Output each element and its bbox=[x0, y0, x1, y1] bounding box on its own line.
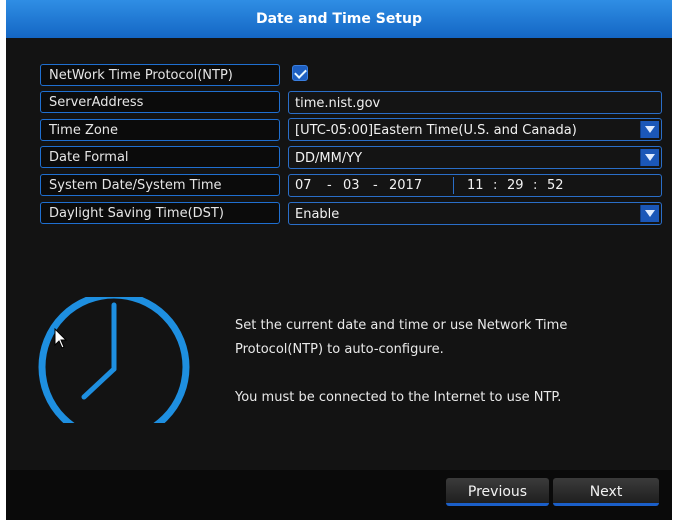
server-address-label: ServerAddress bbox=[40, 91, 280, 113]
info-line: You must be connected to the Internet to… bbox=[235, 390, 562, 405]
date-separator: - bbox=[327, 178, 332, 193]
ntp-label: NetWork Time Protocol(NTP) bbox=[40, 64, 280, 86]
second-field[interactable]: 52 bbox=[547, 175, 564, 196]
next-button[interactable]: Next bbox=[553, 478, 659, 506]
month-field[interactable]: 03 bbox=[343, 175, 360, 196]
hour-field[interactable]: 11 bbox=[467, 175, 484, 196]
day-field[interactable]: 07 bbox=[295, 175, 312, 196]
dst-label: Daylight Saving Time(DST) bbox=[40, 202, 280, 224]
minute-field[interactable]: 29 bbox=[507, 175, 524, 196]
server-address-value: time.nist.gov bbox=[295, 96, 381, 111]
previous-button[interactable]: Previous bbox=[446, 478, 549, 506]
server-address-input[interactable]: time.nist.gov bbox=[288, 91, 662, 114]
time-separator: : bbox=[533, 178, 538, 193]
system-date-time-label: System Date/System Time bbox=[40, 174, 280, 196]
window-title: Date and Time Setup bbox=[6, 0, 672, 38]
dst-select[interactable]: Enable bbox=[288, 202, 662, 225]
time-zone-label: Time Zone bbox=[40, 119, 280, 141]
chevron-down-icon[interactable] bbox=[640, 205, 659, 222]
info-line: Set the current date and time or use Net… bbox=[235, 318, 568, 333]
field-divider bbox=[453, 177, 454, 194]
time-separator: : bbox=[493, 178, 498, 193]
date-format-select[interactable]: DD/MM/YY bbox=[288, 146, 662, 169]
chevron-down-icon[interactable] bbox=[640, 121, 659, 138]
mouse-pointer-icon bbox=[54, 328, 68, 349]
date-format-label: Date Formal bbox=[40, 146, 280, 168]
info-line: Protocol(NTP) to auto-configure. bbox=[235, 342, 444, 357]
clock-icon bbox=[38, 297, 190, 423]
date-format-value: DD/MM/YY bbox=[295, 151, 363, 166]
ntp-checkbox[interactable] bbox=[292, 65, 308, 81]
footer-bar: Previous Next bbox=[6, 470, 672, 520]
time-zone-value: [UTC-05:00]Eastern Time(U.S. and Canada) bbox=[295, 123, 577, 138]
system-date-time-field[interactable]: 07 - 03 - 2017 11 : 29 : 52 bbox=[288, 174, 662, 197]
chevron-down-icon[interactable] bbox=[640, 149, 659, 166]
dst-value: Enable bbox=[295, 207, 340, 222]
info-text: Set the current date and time or use Net… bbox=[235, 314, 655, 410]
date-separator: - bbox=[373, 178, 378, 193]
setup-window: Date and Time Setup NetWork Time Protoco… bbox=[6, 0, 672, 520]
year-field[interactable]: 2017 bbox=[389, 175, 422, 196]
time-zone-select[interactable]: [UTC-05:00]Eastern Time(U.S. and Canada) bbox=[288, 118, 662, 141]
